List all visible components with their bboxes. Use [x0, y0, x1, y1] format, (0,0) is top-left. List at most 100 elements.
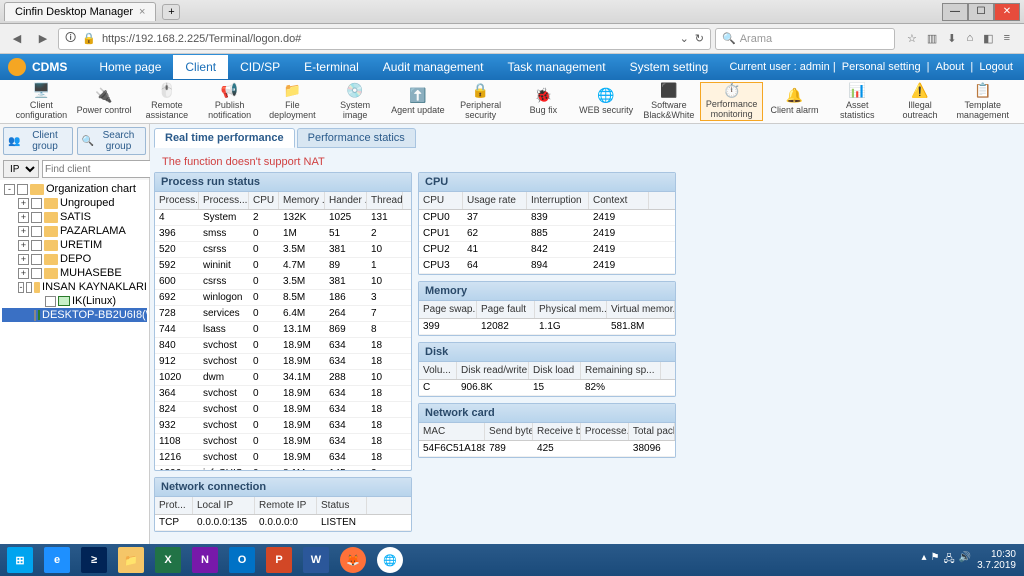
table-row[interactable]: CPU2418422419 — [419, 242, 675, 258]
tool-illegal[interactable]: ⚠️Illegaloutreach — [889, 82, 952, 121]
column-header[interactable]: Remote IP — [255, 497, 317, 514]
column-header[interactable]: Receive b... — [533, 423, 581, 440]
tab-client-group[interactable]: 👥Client group — [3, 127, 73, 155]
link-logout[interactable]: Logout — [979, 61, 1013, 73]
tool-peripheral[interactable]: 🔒Peripheralsecurity — [449, 82, 512, 121]
tree-node[interactable]: DESKTOP-BB2U6I8(Wi — [2, 308, 147, 322]
checkbox[interactable] — [31, 268, 42, 279]
dropdown-icon[interactable]: ⌄ — [680, 32, 689, 45]
column-header[interactable]: Page fault — [477, 301, 535, 318]
table-row[interactable]: 912svchost018.9M63418 — [155, 354, 411, 370]
tree-node[interactable]: +PAZARLAMA — [2, 224, 147, 238]
menu-home-page[interactable]: Home page — [87, 55, 173, 79]
memory-table[interactable]: 399120821.1G581.8M — [419, 319, 675, 335]
checkbox[interactable] — [31, 254, 42, 265]
column-header[interactable]: MAC — [419, 423, 485, 440]
sidebar-icon[interactable]: ◧ — [983, 32, 993, 45]
netconn-table[interactable]: TCP0.0.0.0:1350.0.0.0:0LISTEN — [155, 515, 411, 531]
table-row[interactable]: 600csrss03.5M38110 — [155, 274, 411, 290]
tool-client[interactable]: 🖥️Clientconfiguration — [10, 82, 73, 121]
tool-system[interactable]: 💿Systemimage — [324, 82, 387, 121]
system-tray[interactable]: ▴ ⚑ 🖧 🔊 10:30 3.7.2019 — [921, 549, 1022, 571]
table-row[interactable]: 54F6C51A188378942538096 — [419, 441, 675, 457]
tree-node[interactable]: +MUHASEBE — [2, 266, 147, 280]
tree-node[interactable]: +URETIM — [2, 238, 147, 252]
tab-search-group[interactable]: 🔍Search group — [77, 127, 147, 155]
task-excel[interactable]: X — [150, 546, 186, 574]
download-icon[interactable]: ⬇ — [947, 32, 956, 45]
tray-sound-icon[interactable]: 🔊 — [959, 552, 971, 569]
tray-flag-icon[interactable]: ⚑ — [930, 552, 939, 569]
tool-web-security[interactable]: 🌐WEB security — [575, 82, 638, 121]
tree-node[interactable]: +DEPO — [2, 252, 147, 266]
task-outlook[interactable]: O — [224, 546, 260, 574]
expander-icon[interactable]: + — [18, 198, 29, 209]
star-icon[interactable]: ☆ — [907, 32, 917, 45]
menu-client[interactable]: Client — [173, 55, 228, 79]
menu-audit-management[interactable]: Audit management — [371, 55, 496, 79]
table-row[interactable]: 592wininit04.7M891 — [155, 258, 411, 274]
table-row[interactable]: CPU1628852419 — [419, 226, 675, 242]
tree-node[interactable]: +Ungrouped — [2, 196, 147, 210]
back-button[interactable]: ◀ — [6, 28, 28, 50]
netcard-table[interactable]: 54F6C51A188378942538096 — [419, 441, 675, 457]
menu-system-setting[interactable]: System setting — [618, 55, 721, 79]
expander-icon[interactable]: + — [18, 212, 29, 223]
table-row[interactable]: 744lsass013.1M8698 — [155, 322, 411, 338]
table-row[interactable]: 932svchost018.9M63418 — [155, 418, 411, 434]
tool-publish[interactable]: 📢Publishnotification — [198, 82, 261, 121]
maximize-button[interactable]: ☐ — [968, 3, 994, 21]
expander-icon[interactable]: - — [4, 184, 15, 195]
table-row[interactable]: 1020dwm034.1M28810 — [155, 370, 411, 386]
minimize-button[interactable]: — — [942, 3, 968, 21]
column-header[interactable]: Interruption — [527, 192, 589, 209]
tray-network-icon[interactable]: 🖧 — [943, 552, 954, 569]
menu-icon[interactable]: ≡ — [1004, 32, 1010, 45]
table-row[interactable]: 840svchost018.9M63418 — [155, 338, 411, 354]
tool-agent-update[interactable]: ⬆️Agent update — [387, 82, 450, 121]
expander-icon[interactable]: + — [18, 268, 29, 279]
table-row[interactable]: CPU3648942419 — [419, 258, 675, 274]
table-row[interactable]: 692winlogon08.5M1863 — [155, 290, 411, 306]
task-powershell[interactable]: ≥ — [76, 546, 112, 574]
column-header[interactable]: Total pack... — [629, 423, 675, 440]
tree-node[interactable]: -Organization chart — [2, 182, 147, 196]
task-word[interactable]: W — [298, 546, 334, 574]
expander-icon[interactable]: + — [18, 254, 29, 265]
column-header[interactable]: Memory ... — [279, 192, 325, 209]
tool-remote[interactable]: 🖱️Remoteassistance — [136, 82, 199, 121]
column-header[interactable]: Context — [589, 192, 649, 209]
task-explorer[interactable]: 📁 — [113, 546, 149, 574]
reload-icon[interactable]: ↻ — [695, 32, 704, 45]
link-about[interactable]: About — [936, 61, 965, 73]
tool-template[interactable]: 📋Templatemanagement — [951, 82, 1014, 121]
tab-realtime-performance[interactable]: Real time performance — [154, 128, 295, 148]
forward-button[interactable]: ▶ — [32, 28, 54, 50]
new-tab-button[interactable]: + — [162, 4, 180, 20]
column-header[interactable]: Local IP — [193, 497, 255, 514]
tray-up-icon[interactable]: ▴ — [921, 552, 926, 569]
expander-icon[interactable]: + — [18, 226, 29, 237]
start-button[interactable]: ⊞ — [2, 546, 38, 574]
column-header[interactable]: Thread ... — [367, 192, 403, 209]
checkbox[interactable] — [31, 226, 42, 237]
column-header[interactable]: Virtual memor... — [607, 301, 675, 318]
column-header[interactable]: Process... — [155, 192, 199, 209]
column-header[interactable]: Send bytes — [485, 423, 533, 440]
tab-performance-statics[interactable]: Performance statics — [297, 128, 416, 148]
tool-power-control[interactable]: 🔌Power control — [73, 82, 136, 121]
checkbox[interactable] — [31, 198, 42, 209]
table-row[interactable]: TCP0.0.0.0:1350.0.0.0:0LISTEN — [155, 515, 411, 531]
filter-type-select[interactable]: IP — [3, 160, 39, 178]
tool-software[interactable]: ⬛SoftwareBlack&White — [638, 82, 701, 121]
checkbox[interactable] — [31, 240, 42, 251]
browser-search[interactable]: 🔍 Arama — [715, 28, 895, 50]
tool-asset[interactable]: 📊Assetstatistics — [826, 82, 889, 121]
cpu-table[interactable]: CPU0378392419CPU1628852419CPU2418422419C… — [419, 210, 675, 274]
table-row[interactable]: CPU0378392419 — [419, 210, 675, 226]
table-row[interactable]: 824svchost018.9M63418 — [155, 402, 411, 418]
checkbox[interactable] — [34, 310, 36, 321]
table-row[interactable]: 1396igfxCUIS...08.1M1452 — [155, 466, 411, 470]
home-icon[interactable]: ⌂ — [967, 32, 974, 45]
task-firefox[interactable]: 🦊 — [335, 546, 371, 574]
